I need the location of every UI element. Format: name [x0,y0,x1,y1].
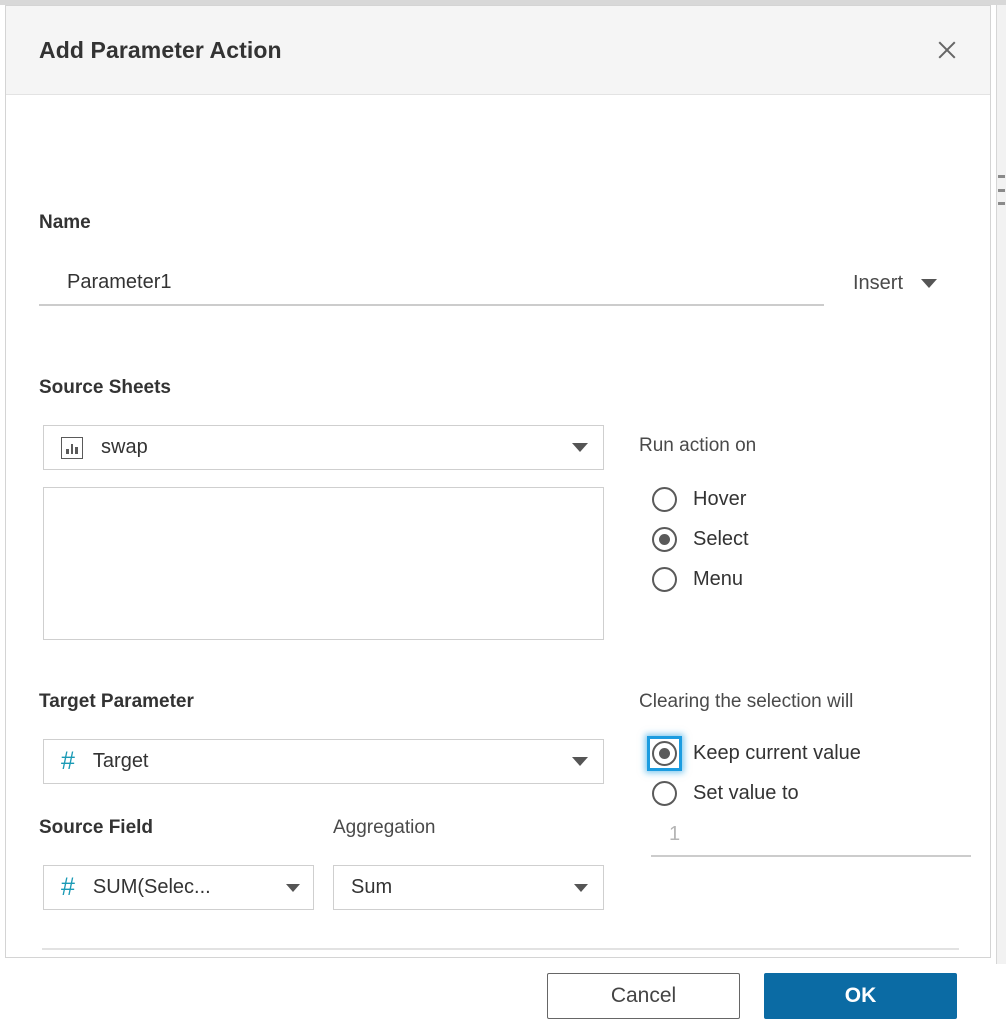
radio-menu-wrap [652,566,677,592]
radio-select-wrap [652,526,677,552]
aggregation-label: Aggregation [333,817,436,838]
radio-option-menu[interactable]: Menu [652,559,749,599]
set-value-input[interactable]: 1 [651,823,971,857]
radio-label-keep-current-value: Keep current value [693,741,861,764]
aggregation-dropdown[interactable]: Sum [333,865,604,910]
set-value-placeholder: 1 [669,823,681,845]
source-sheets-label: Source Sheets [39,377,171,398]
source-field-dropdown[interactable]: # SUM(Selec... [43,865,314,910]
radio-label-menu: Menu [693,567,744,590]
cancel-button[interactable]: Cancel [547,973,740,1019]
dialog-title: Add Parameter Action [39,36,282,63]
radio-icon [652,486,677,512]
footer-divider [42,948,959,950]
radio-label-set-value-to: Set value to [693,781,799,804]
chevron-down-icon [286,883,300,892]
name-input[interactable] [39,271,824,306]
radio-icon [652,566,677,592]
number-hash-icon: # [61,873,75,901]
scrollbar-grip-icon[interactable] [998,175,1005,205]
insert-dropdown-button[interactable]: Insert [853,271,938,295]
dialog-body: Name Insert Source Sheets swap Run actio… [6,95,990,1019]
radio-icon [652,780,677,806]
clearing-selection-label: Clearing the selection will [639,691,854,712]
radio-set-value-to-wrap [652,780,677,806]
close-icon[interactable] [930,33,964,67]
ok-button[interactable]: OK [764,973,957,1019]
radio-label-select: Select [693,527,749,550]
aggregation-selected-value: Sum [351,876,393,898]
run-action-on-radio-group: Hover Select Menu [652,479,749,599]
chevron-down-icon [574,883,588,892]
chevron-down-icon [921,279,938,288]
radio-icon-checked [652,526,677,552]
name-label: Name [39,212,91,233]
insert-label: Insert [853,272,904,294]
add-parameter-action-dialog: Add Parameter Action Name Insert Source … [5,5,991,1019]
target-parameter-selected-value: Target [92,750,149,772]
dialog-titlebar: Add Parameter Action [6,6,990,95]
radio-option-hover[interactable]: Hover [652,479,749,519]
source-field-selected-value: SUM(Selec... [92,876,211,898]
run-action-on-label: Run action on [639,435,757,456]
chevron-down-icon [572,757,588,766]
dialog-footer: Cancel OK [6,973,990,1019]
chevron-down-icon [572,443,588,452]
window-scrollbar[interactable] [996,5,1006,964]
radio-hover-wrap [652,486,677,512]
clearing-selection-radio-group: Keep current value Set value to [647,733,861,813]
source-field-label: Source Field [39,817,154,838]
source-sheets-dropdown[interactable]: swap [43,425,604,470]
number-hash-icon: # [61,747,75,775]
radio-label-hover: Hover [693,487,747,510]
radio-keep-current-value-wrap [647,735,682,771]
worksheet-bar-chart-icon [61,436,83,459]
target-parameter-label: Target Parameter [39,691,194,712]
source-sheets-selected-value: swap [101,436,148,458]
radio-option-select[interactable]: Select [652,519,749,559]
radio-option-keep-current-value[interactable]: Keep current value [647,733,861,773]
source-sheets-list[interactable] [43,487,604,640]
target-parameter-dropdown[interactable]: # Target [43,739,604,784]
radio-option-set-value-to[interactable]: Set value to [652,773,861,813]
name-row: Insert [39,271,959,306]
radio-icon-checked [652,740,677,766]
